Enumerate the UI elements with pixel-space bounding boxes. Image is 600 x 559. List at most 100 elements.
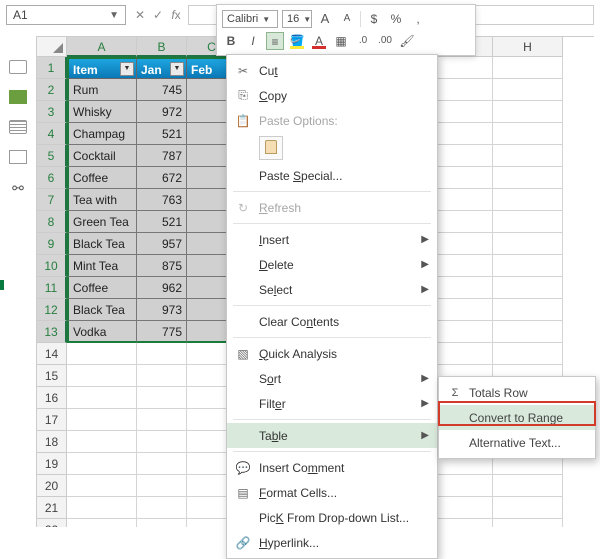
grow-font-icon[interactable]: A: [316, 10, 334, 28]
ctx-table[interactable]: Table▶: [227, 423, 437, 448]
table-header[interactable]: Jan▼: [137, 57, 187, 79]
ctx-format-cells[interactable]: ▤Format Cells...: [227, 480, 437, 505]
row-head[interactable]: 4: [37, 123, 67, 145]
select-all-corner[interactable]: [37, 37, 67, 57]
row-head[interactable]: 11: [37, 277, 67, 299]
table-cell[interactable]: Black Tea: [67, 233, 137, 255]
row-head[interactable]: 14: [37, 343, 67, 365]
chevron-right-icon: ▶: [421, 259, 429, 270]
submenu-alt-text[interactable]: Alternative Text...: [439, 430, 595, 455]
ctx-select[interactable]: Select▶: [227, 277, 437, 302]
table-cell[interactable]: Cocktail: [67, 145, 137, 167]
shrink-font-icon[interactable]: A: [338, 10, 356, 28]
center-align-button[interactable]: ≡: [266, 32, 284, 50]
font-name-select[interactable]: Calibri▼: [222, 10, 278, 28]
row-head[interactable]: 5: [37, 145, 67, 167]
panel-icon-1[interactable]: [9, 60, 27, 74]
currency-icon[interactable]: $: [365, 10, 383, 28]
table-cell[interactable]: Green Tea: [67, 211, 137, 233]
panel-icon-3[interactable]: [9, 120, 27, 134]
table-cell[interactable]: Champag: [67, 123, 137, 145]
row-head[interactable]: 16: [37, 387, 67, 409]
filter-button-icon[interactable]: ▼: [170, 62, 184, 76]
cancel-icon[interactable]: ✕: [132, 8, 148, 22]
table-cell[interactable]: 521: [137, 211, 187, 233]
row-head[interactable]: 1: [37, 57, 67, 79]
name-box[interactable]: A1 ▼: [6, 5, 126, 25]
percent-icon[interactable]: %: [387, 10, 405, 28]
row-head[interactable]: 17: [37, 409, 67, 431]
submenu-totals-row[interactable]: ΣTotals Row: [439, 380, 595, 405]
row-head[interactable]: 9: [37, 233, 67, 255]
name-box-value: A1: [13, 8, 28, 22]
increase-decimal-button[interactable]: .00: [376, 32, 394, 50]
table-cell[interactable]: 972: [137, 101, 187, 123]
comma-icon[interactable]: ,: [409, 10, 427, 28]
ctx-sort[interactable]: Sort▶: [227, 366, 437, 391]
row-head[interactable]: 20: [37, 475, 67, 497]
row-head[interactable]: 22: [37, 519, 67, 527]
ctx-insert-comment[interactable]: 💬Insert Comment: [227, 455, 437, 480]
fx-icon[interactable]: fx: [168, 8, 184, 22]
table-cell[interactable]: Tea with: [67, 189, 137, 211]
row-head[interactable]: 21: [37, 497, 67, 519]
row-head[interactable]: 7: [37, 189, 67, 211]
table-cell[interactable]: Black Tea: [67, 299, 137, 321]
row-head[interactable]: 19: [37, 453, 67, 475]
decrease-decimal-button[interactable]: .0: [354, 32, 372, 50]
borders-button[interactable]: ▦: [332, 32, 350, 50]
font-color-button[interactable]: A: [310, 32, 328, 50]
col-head-a[interactable]: A: [67, 37, 137, 57]
check-icon[interactable]: ✓: [150, 8, 166, 22]
ctx-clear-contents[interactable]: Clear Contents: [227, 309, 437, 334]
table-cell[interactable]: 763: [137, 189, 187, 211]
table-cell[interactable]: Mint Tea: [67, 255, 137, 277]
ctx-cut[interactable]: ✂Cut: [227, 58, 437, 83]
table-cell[interactable]: 745: [137, 79, 187, 101]
paste-option-button[interactable]: [259, 136, 283, 160]
ctx-copy[interactable]: ⎘Copy: [227, 83, 437, 108]
row-head[interactable]: 18: [37, 431, 67, 453]
ctx-paste-special[interactable]: Paste Special...: [227, 163, 437, 188]
submenu-convert-to-range[interactable]: Convert to Range: [439, 405, 595, 430]
table-cell[interactable]: 973: [137, 299, 187, 321]
table-cell[interactable]: 957: [137, 233, 187, 255]
row-head[interactable]: 6: [37, 167, 67, 189]
row-head[interactable]: 3: [37, 101, 67, 123]
table-cell[interactable]: 672: [137, 167, 187, 189]
table-cell[interactable]: Coffee: [67, 167, 137, 189]
ctx-delete[interactable]: Delete▶: [227, 252, 437, 277]
fill-color-button[interactable]: 🪣: [288, 32, 306, 50]
format-painter-icon[interactable]: 🖌: [398, 32, 416, 50]
table-cell[interactable]: 962: [137, 277, 187, 299]
ctx-filter[interactable]: Filter▶: [227, 391, 437, 416]
row-head[interactable]: 12: [37, 299, 67, 321]
col-head-b[interactable]: B: [137, 37, 187, 57]
ctx-hyperlink[interactable]: 🔗Hyperlink...: [227, 530, 437, 555]
table-cell[interactable]: 787: [137, 145, 187, 167]
ctx-quick-analysis[interactable]: ▧Quick Analysis: [227, 341, 437, 366]
table-cell[interactable]: 775: [137, 321, 187, 343]
ctx-pick-dropdown[interactable]: PicK From Drop-down List...: [227, 505, 437, 530]
panel-icon-2[interactable]: [9, 90, 27, 104]
font-size-select[interactable]: 16▼: [282, 10, 312, 28]
row-head[interactable]: 8: [37, 211, 67, 233]
table-cell[interactable]: Vodka: [67, 321, 137, 343]
col-head-h[interactable]: H: [493, 37, 563, 57]
row-head[interactable]: 13: [37, 321, 67, 343]
bold-button[interactable]: B: [222, 32, 240, 50]
table-cell[interactable]: Rum: [67, 79, 137, 101]
table-header[interactable]: Item▼: [67, 57, 137, 79]
panel-icon-4[interactable]: [9, 150, 27, 164]
table-cell[interactable]: Whisky: [67, 101, 137, 123]
table-cell[interactable]: 521: [137, 123, 187, 145]
row-head[interactable]: 10: [37, 255, 67, 277]
italic-button[interactable]: I: [244, 32, 262, 50]
table-cell[interactable]: Coffee: [67, 277, 137, 299]
table-cell[interactable]: 875: [137, 255, 187, 277]
binoculars-icon[interactable]: ⚯: [9, 180, 27, 194]
row-head[interactable]: 15: [37, 365, 67, 387]
ctx-insert[interactable]: Insert▶: [227, 227, 437, 252]
filter-button-icon[interactable]: ▼: [120, 62, 134, 76]
row-head[interactable]: 2: [37, 79, 67, 101]
